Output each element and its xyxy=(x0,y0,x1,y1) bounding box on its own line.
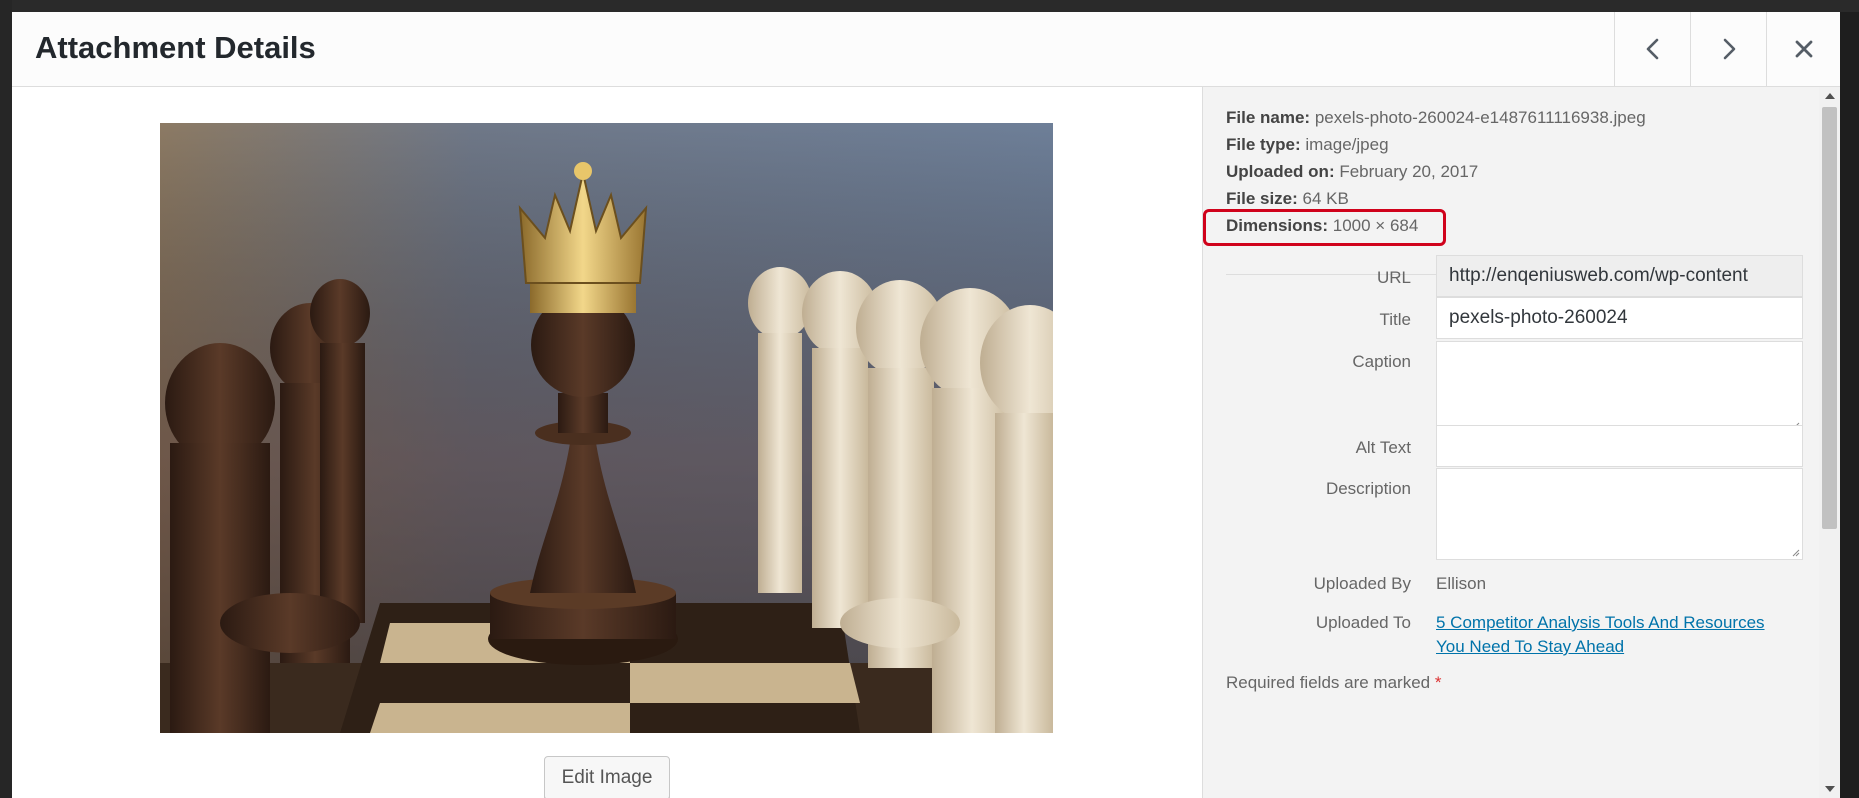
file-name-value: pexels-photo-260024-e1487611116938.jpeg xyxy=(1314,108,1646,127)
uploaded-to-link[interactable]: 5 Competitor Analysis Tools And Resource… xyxy=(1436,611,1796,659)
description-label: Description xyxy=(1325,479,1411,498)
uploaded-by-label: Uploaded By xyxy=(1313,574,1411,593)
uploaded-by-value: Ellison xyxy=(1436,574,1487,593)
file-type-value: image/jpeg xyxy=(1305,135,1389,154)
title-field[interactable]: pexels-photo-260024 xyxy=(1436,297,1803,339)
uploaded-to-label: Uploaded To xyxy=(1315,613,1411,632)
dimensions-value: 1000 × 684 xyxy=(1332,216,1419,235)
scroll-thumb[interactable] xyxy=(1822,107,1837,529)
media-preview-area: Edit Image xyxy=(12,87,1202,798)
modal-header: Attachment Details xyxy=(12,12,1840,87)
description-field[interactable] xyxy=(1436,468,1803,560)
close-icon xyxy=(1795,40,1813,58)
file-type-label: File type: xyxy=(1226,135,1301,154)
uploaded-to-link-line1: 5 Competitor Analysis Tools And Resource… xyxy=(1436,613,1765,632)
dimensions-label: Dimensions: xyxy=(1226,216,1329,235)
file-size-label: File size: xyxy=(1226,189,1298,208)
required-note: Required fields are marked * xyxy=(1226,673,1441,693)
url-field[interactable]: http://enqeniusweb.com/wp-content xyxy=(1436,255,1803,297)
required-star: * xyxy=(1434,673,1442,692)
next-button[interactable] xyxy=(1690,12,1767,86)
required-text: Required fields are marked xyxy=(1226,673,1431,692)
file-name-label: File name: xyxy=(1226,108,1311,127)
edit-image-button[interactable]: Edit Image xyxy=(544,756,670,798)
title-label: Title xyxy=(1379,310,1412,329)
previous-button[interactable] xyxy=(1614,12,1691,86)
file-size-row: File size: 64 KB xyxy=(1226,185,1786,212)
alt-text-label: Alt Text xyxy=(1355,438,1411,457)
scroll-up-arrow-icon[interactable] xyxy=(1825,93,1835,99)
chess-photo xyxy=(160,123,1053,733)
file-name-row: File name: pexels-photo-260024-e14876111… xyxy=(1226,104,1786,131)
file-size-value: 64 KB xyxy=(1302,189,1349,208)
uploaded-on-row: Uploaded on: February 20, 2017 xyxy=(1226,158,1786,185)
dimensions-row: Dimensions: 1000 × 684 xyxy=(1226,212,1786,239)
backdrop-top xyxy=(0,0,1859,12)
attachment-image xyxy=(160,123,1053,733)
attachment-details-modal: Attachment Details Edit Image File name:… xyxy=(12,12,1840,798)
chevron-right-icon xyxy=(1723,38,1736,60)
file-type-row: File type: image/jpeg xyxy=(1226,131,1786,158)
resize-grip-icon xyxy=(1792,549,1800,557)
backdrop-left xyxy=(0,0,12,798)
caption-label: Caption xyxy=(1352,352,1411,371)
file-meta: File name: pexels-photo-260024-e14876111… xyxy=(1226,104,1786,239)
page-title: Attachment Details xyxy=(35,30,316,65)
uploaded-to-link-line2: You Need To Stay Ahead xyxy=(1436,637,1625,656)
uploaded-on-label: Uploaded on: xyxy=(1226,162,1335,181)
caption-field[interactable] xyxy=(1436,341,1803,433)
uploaded-on-value: February 20, 2017 xyxy=(1339,162,1479,181)
scroll-down-arrow-icon[interactable] xyxy=(1825,786,1835,792)
alt-text-field[interactable] xyxy=(1436,425,1803,467)
url-label: URL xyxy=(1376,268,1411,287)
close-button[interactable] xyxy=(1766,12,1840,86)
scrollbar[interactable] xyxy=(1819,87,1840,798)
chevron-left-icon xyxy=(1646,38,1659,60)
attachment-info-panel: File name: pexels-photo-260024-e14876111… xyxy=(1202,87,1840,798)
